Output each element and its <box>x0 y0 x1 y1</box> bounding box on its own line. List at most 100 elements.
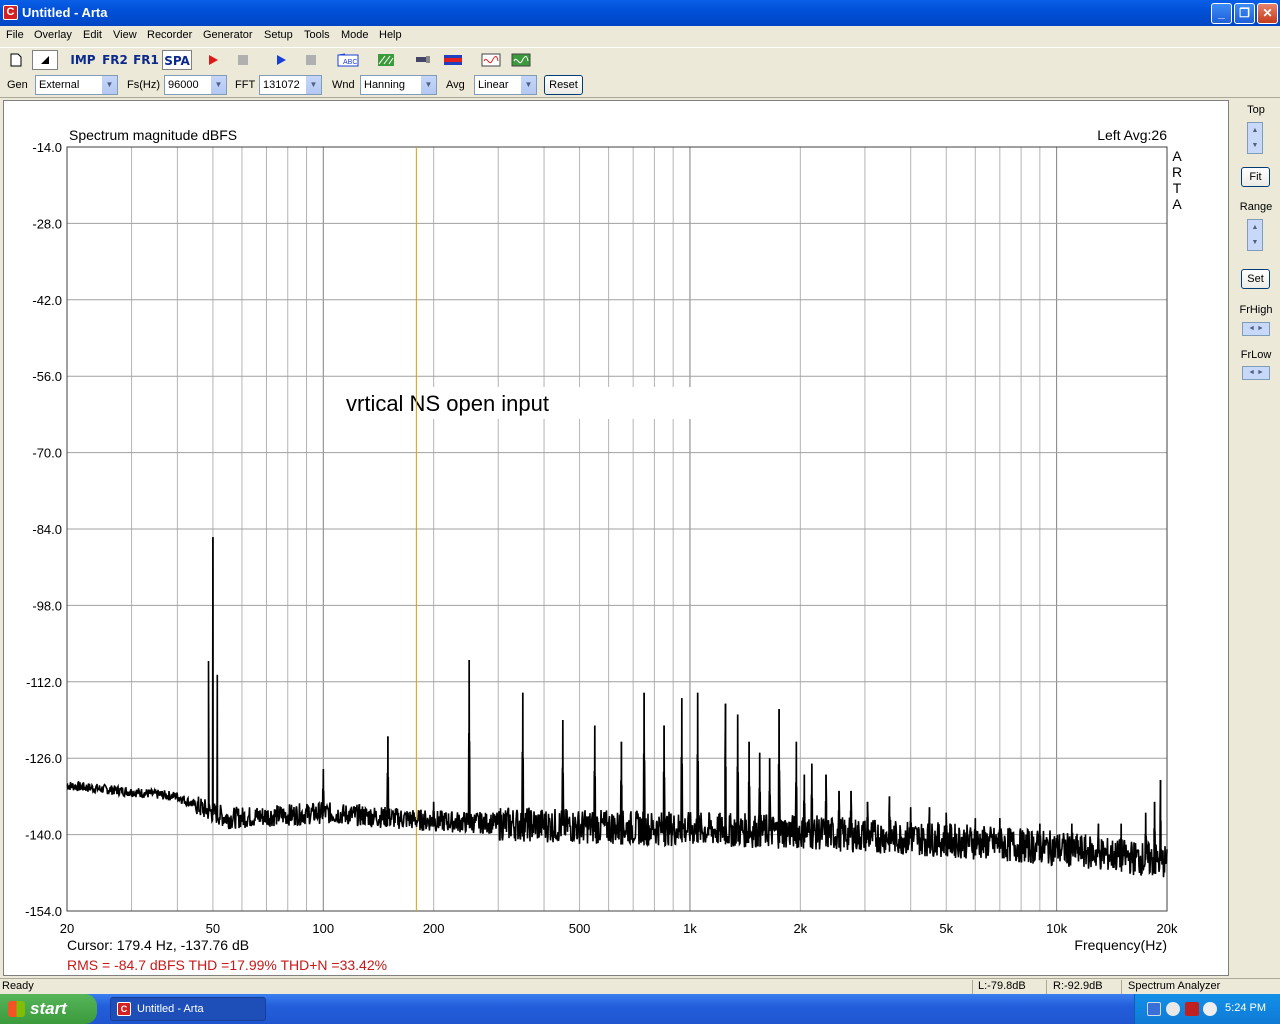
title-bar: C Untitled - Arta _ ❐ ✕ <box>0 0 1280 26</box>
menu-tools[interactable]: Tools <box>304 29 330 41</box>
window-title: Untitled - Arta <box>22 5 108 20</box>
freq-response-1-button[interactable]: FR1 <box>132 50 160 70</box>
chevron-down-icon[interactable]: ▼ <box>1252 142 1259 149</box>
reset-button[interactable]: Reset <box>544 75 583 95</box>
level-meter-icon[interactable] <box>440 50 466 70</box>
clock: 5:24 PM <box>1225 1002 1266 1014</box>
windows-logo-icon <box>8 1001 25 1017</box>
y-tick-label: -70.0 <box>32 446 62 461</box>
channel-info: Left Avg:26 <box>1097 127 1167 143</box>
sample-rate-select[interactable]: 96000 ▼ <box>164 75 227 95</box>
start-label: start <box>30 999 67 1018</box>
spectrum-plot[interactable]: -14.0 -28.0 -42.0 -56.0 -70.0 -84.0 -98.0 -112.… <box>4 101 1230 977</box>
frlow-spinner[interactable]: ◄ ► <box>1242 366 1270 380</box>
right-level-readout: R:-92.9dB <box>1053 980 1103 992</box>
menu-setup[interactable]: Setup <box>264 29 293 41</box>
y-tick-label: -98.0 <box>32 598 62 613</box>
maximize-button[interactable]: ❐ <box>1234 3 1255 24</box>
arta-app-icon[interactable]: C <box>3 5 18 20</box>
signal-generator-icon[interactable] <box>478 50 504 70</box>
cursor-readout: Cursor: 179.4 Hz, -137.76 dB <box>67 937 249 953</box>
menu-mode[interactable]: Mode <box>341 29 369 41</box>
parameter-bar: Gen External ▼ Fs(Hz) 96000 ▼ FFT 131072 ▼ … <box>0 73 1280 98</box>
window-function-select[interactable]: Hanning ▼ <box>360 75 437 95</box>
chevron-down-icon[interactable]: ▼ <box>1252 239 1259 246</box>
frhigh-spinner[interactable]: ◄ ► <box>1242 322 1270 336</box>
taskbar-item-label: Untitled - Arta <box>137 1003 204 1015</box>
menu-help[interactable]: Help <box>379 29 402 41</box>
freq-response-2-button[interactable]: FR2 <box>101 50 129 70</box>
x-tick-label: 5k <box>939 921 953 936</box>
chevron-down-icon: ▼ <box>210 76 226 94</box>
status-bar: Ready L:-79.8dB R:-92.9dB Spectrum Analy… <box>0 978 1280 994</box>
arta-watermark-letter: T <box>1173 180 1182 196</box>
spectrum-mode-button[interactable]: SPA <box>162 50 192 70</box>
chevron-down-icon: ▼ <box>520 76 536 94</box>
chevron-left-icon[interactable]: ◄ <box>1248 325 1255 332</box>
pointer-tool-icon[interactable] <box>32 50 58 70</box>
play-generator-icon[interactable] <box>268 50 294 70</box>
menu-generator[interactable]: Generator <box>203 29 253 41</box>
taskbar-item-arta[interactable]: C Untitled - Arta <box>110 997 266 1021</box>
stats-readout: RMS = -84.7 dBFS THD =17.99% THD+N =33.4… <box>67 957 387 973</box>
minimize-button[interactable]: _ <box>1211 3 1232 24</box>
chevron-up-icon[interactable]: ▲ <box>1252 224 1259 231</box>
menu-recorder[interactable]: Recorder <box>147 29 192 41</box>
generator-value: External <box>39 79 80 91</box>
fft-size-select[interactable]: 131072 ▼ <box>259 75 322 95</box>
overlay-icon[interactable] <box>373 50 399 70</box>
range-label: Range <box>1239 201 1273 213</box>
antivirus-icon[interactable] <box>1203 1002 1217 1016</box>
chevron-right-icon[interactable]: ► <box>1257 325 1264 332</box>
menu-overlay[interactable]: Overlay <box>34 29 72 41</box>
chevron-up-icon[interactable]: ▲ <box>1252 127 1259 134</box>
svg-text:ABC: ABC <box>343 59 357 66</box>
status-divider <box>972 980 973 994</box>
record-icon[interactable] <box>200 50 226 70</box>
fit-button[interactable]: Fit <box>1241 167 1270 187</box>
range-spinner[interactable]: ▲ ▼ <box>1247 219 1263 251</box>
close-button[interactable]: ✕ <box>1257 3 1278 24</box>
x-tick-label: 10k <box>1046 921 1067 936</box>
y-tick-label: -28.0 <box>32 216 62 231</box>
generator-select[interactable]: External ▼ <box>35 75 118 95</box>
avg-label: Avg <box>446 79 465 91</box>
chevron-down-icon: ▼ <box>305 76 321 94</box>
x-tick-label: 100 <box>312 921 334 936</box>
arta-watermark-letter: A <box>1172 148 1182 164</box>
network-icon[interactable] <box>1147 1002 1161 1016</box>
frhigh-label: FrHigh <box>1239 304 1273 316</box>
start-button[interactable]: start <box>0 994 97 1024</box>
chevron-right-icon[interactable]: ► <box>1257 369 1264 376</box>
stop-recording-icon[interactable] <box>230 50 256 70</box>
arta-watermark-letter: A <box>1172 196 1182 212</box>
chart-title: Spectrum magnitude dBFS <box>69 127 237 143</box>
set-button[interactable]: Set <box>1241 269 1270 289</box>
y-tick-label: -154.0 <box>25 904 62 919</box>
averaging-select[interactable]: Linear ▼ <box>474 75 537 95</box>
y-tick-label: -84.0 <box>32 522 62 537</box>
menu-bar: File Overlay Edit View Recorder Generato… <box>0 26 1280 46</box>
fft-label: FFT <box>235 79 256 91</box>
status-divider <box>1121 980 1122 994</box>
x-axis-label: Frequency(Hz) <box>1074 937 1167 953</box>
spectrum-plot-panel[interactable]: -14.0 -28.0 -42.0 -56.0 -70.0 -84.0 -98.0 -112.… <box>3 100 1229 976</box>
new-file-icon[interactable] <box>3 50 29 70</box>
top-spinner[interactable]: ▲ ▼ <box>1247 122 1263 154</box>
menu-file[interactable]: File <box>6 29 24 41</box>
text-annotation-icon[interactable]: ABC <box>335 50 361 70</box>
shield-icon[interactable] <box>1185 1002 1199 1016</box>
menu-edit[interactable]: Edit <box>83 29 102 41</box>
volume-icon[interactable] <box>1166 1002 1180 1016</box>
impulse-mode-button[interactable]: IMP <box>68 50 98 70</box>
stop-generator-icon[interactable] <box>298 50 324 70</box>
x-tick-label: 2k <box>793 921 807 936</box>
cable-icon[interactable] <box>410 50 436 70</box>
scope-icon[interactable] <box>508 50 534 70</box>
chevron-left-icon[interactable]: ◄ <box>1248 369 1255 376</box>
status-ready: Ready <box>2 980 34 992</box>
arta-app-icon: C <box>117 1002 131 1016</box>
plot-annotation: vrtical NS open input <box>346 391 549 416</box>
menu-view[interactable]: View <box>113 29 137 41</box>
chevron-down-icon: ▼ <box>101 76 117 94</box>
